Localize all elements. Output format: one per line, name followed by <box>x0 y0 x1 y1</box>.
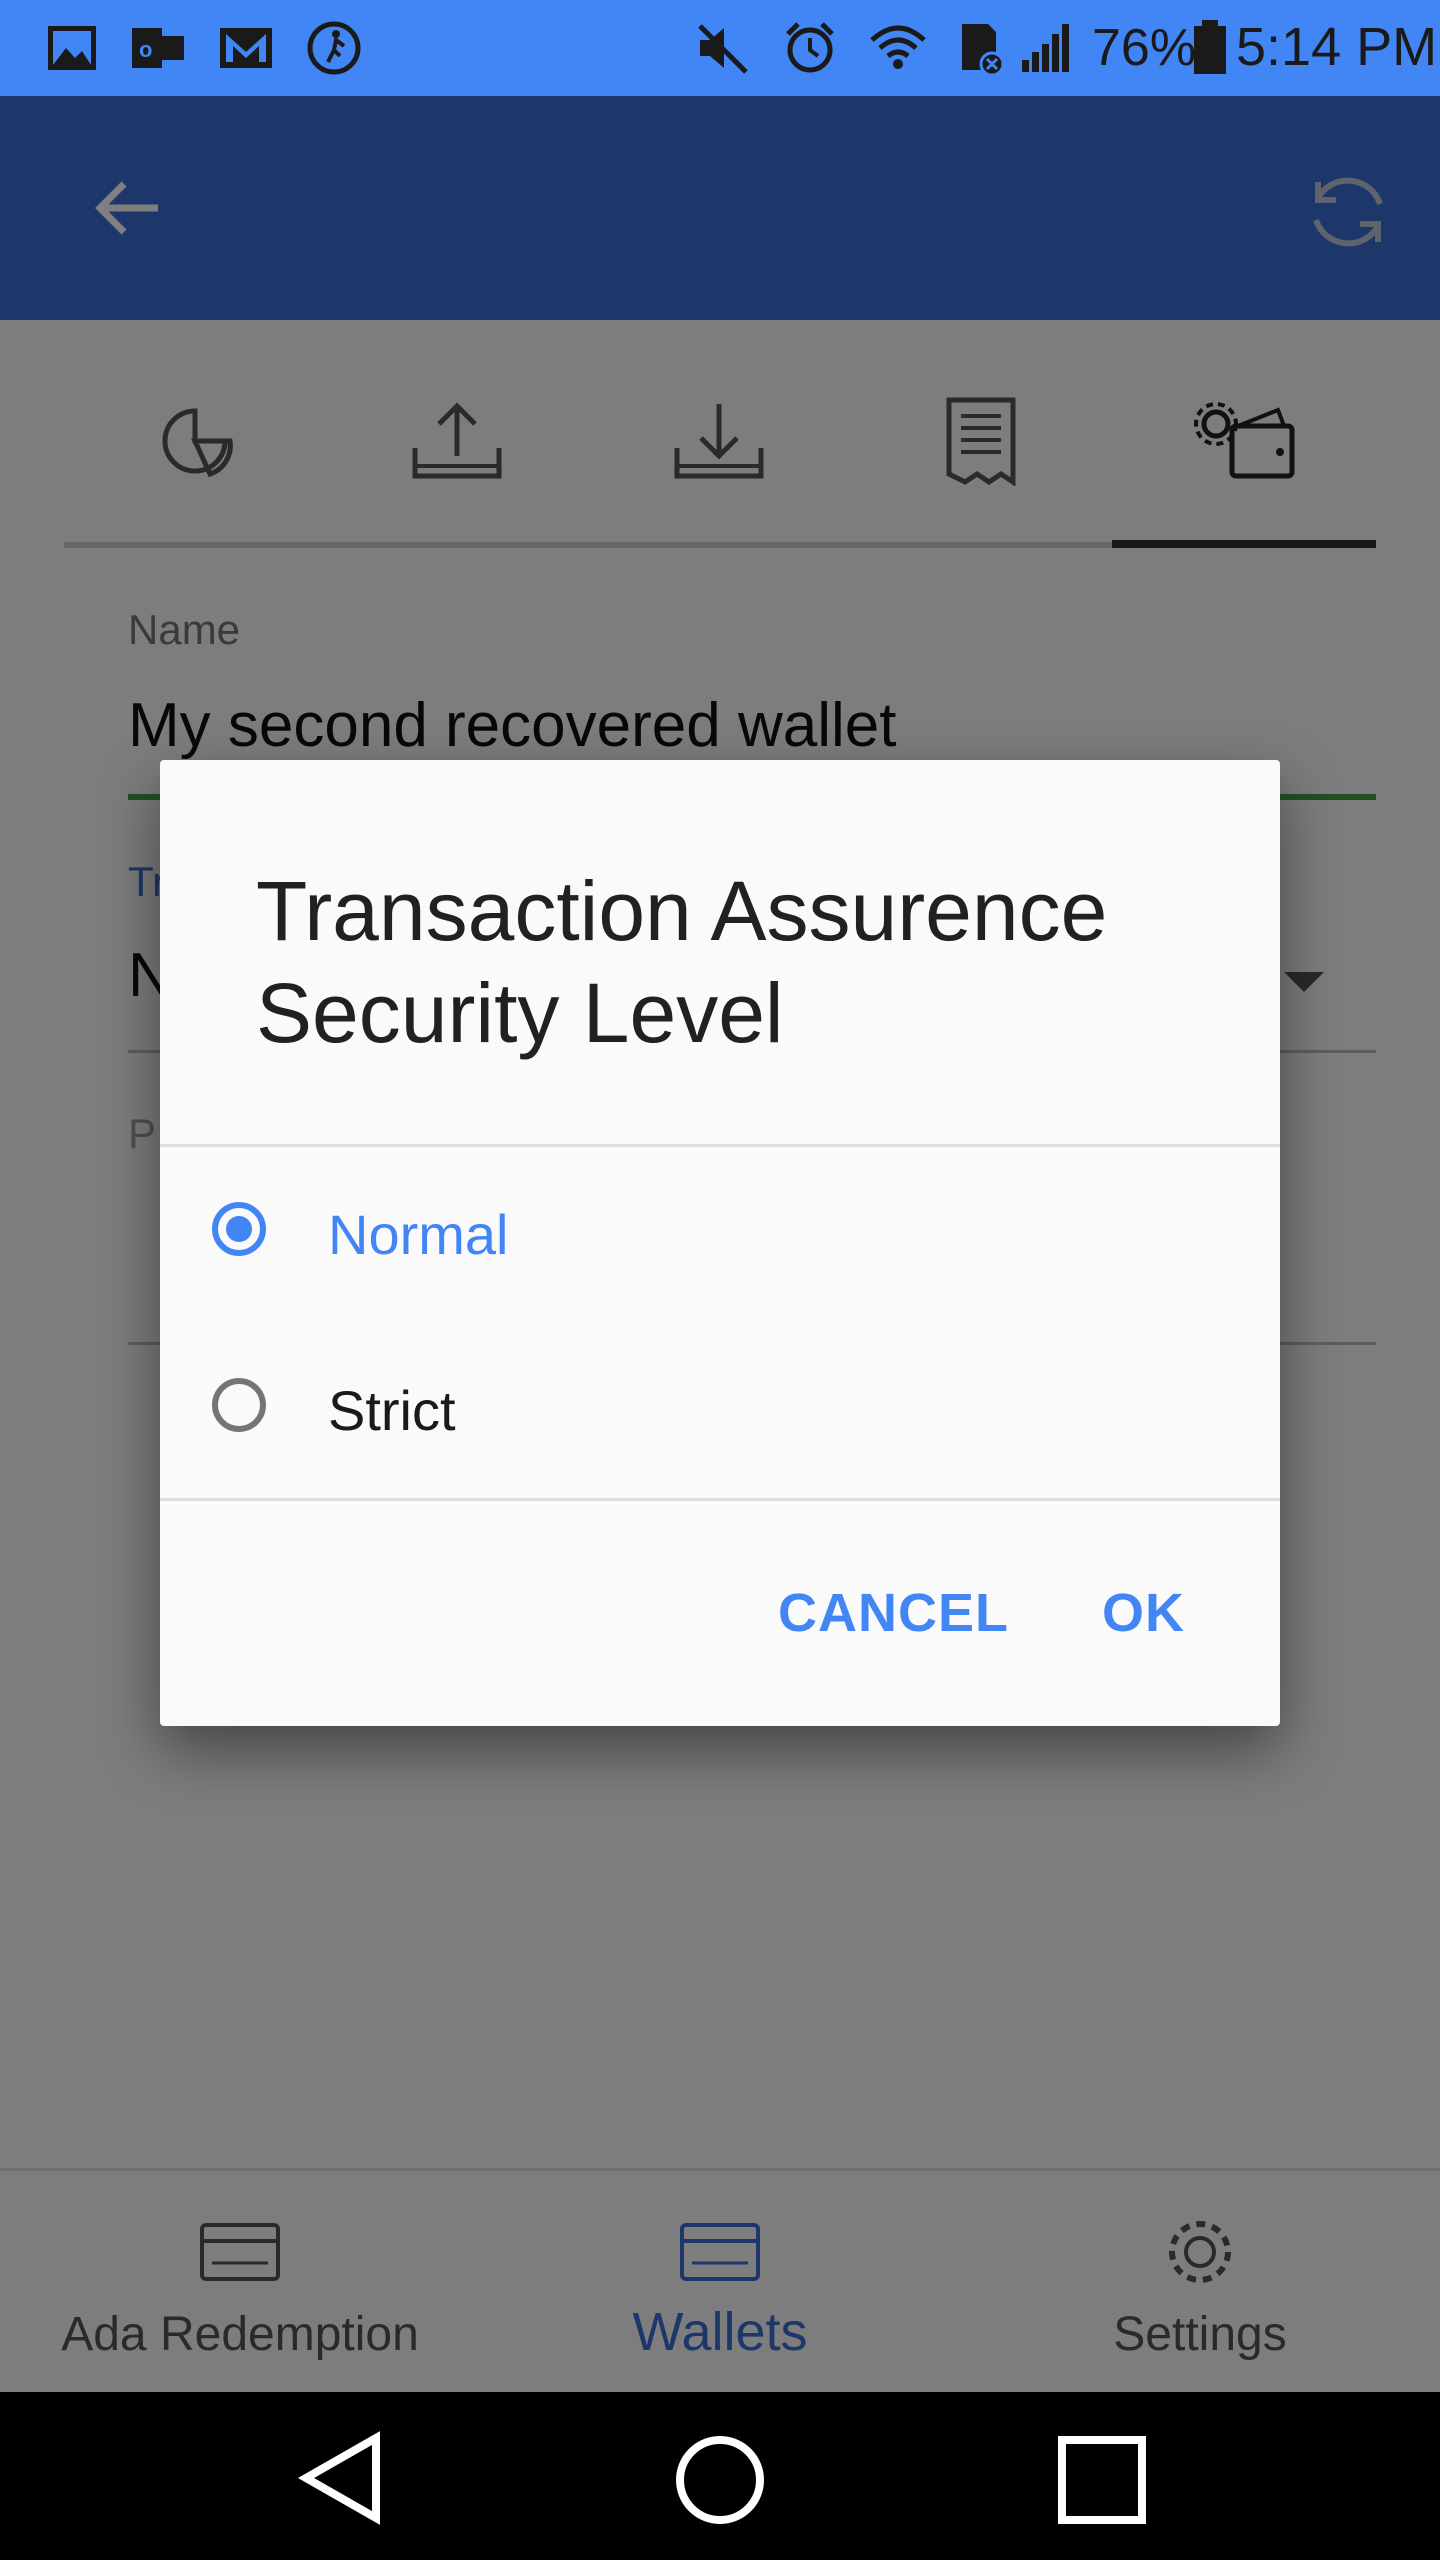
radio-normal[interactable] <box>212 1202 266 1256</box>
radio-strict[interactable] <box>212 1378 266 1432</box>
outlook-icon: o <box>132 28 184 68</box>
option-strict[interactable]: Strict <box>160 1336 1280 1486</box>
system-nav-bar <box>0 2392 1440 2560</box>
battery-percent: 76% <box>1092 19 1197 77</box>
svg-text:o: o <box>139 37 152 62</box>
gallery-icon <box>48 26 96 70</box>
dialog-divider-bottom <box>160 1498 1280 1501</box>
option-normal[interactable]: Normal <box>160 1160 1280 1310</box>
cancel-button[interactable]: CANCEL <box>778 1582 1009 1644</box>
battery-icon <box>1194 20 1226 74</box>
status-time: 5:14 PM <box>1236 17 1438 77</box>
dialog-divider-top <box>160 1144 1280 1147</box>
wifi-icon <box>870 25 926 69</box>
gmail-icon <box>220 28 272 68</box>
home-circle-icon[interactable] <box>672 2432 768 2528</box>
sd-card-icon <box>962 24 1005 76</box>
recents-square-icon[interactable] <box>1056 2434 1148 2526</box>
alarm-icon <box>786 22 834 73</box>
signal-icon <box>1022 24 1069 72</box>
ok-button[interactable]: OK <box>1102 1582 1185 1644</box>
security-level-dialog: Transaction Assurence Security Level Nor… <box>160 760 1280 1726</box>
back-triangle-icon[interactable] <box>296 2430 386 2526</box>
dialog-title: Transaction Assurence Security Level <box>256 864 1108 1060</box>
activity-icon <box>307 21 361 75</box>
option-strict-label: Strict <box>328 1379 456 1442</box>
mute-icon <box>698 24 748 74</box>
option-normal-label: Normal <box>328 1203 509 1266</box>
status-bar: o 76% 5:14 PM <box>0 0 1440 96</box>
